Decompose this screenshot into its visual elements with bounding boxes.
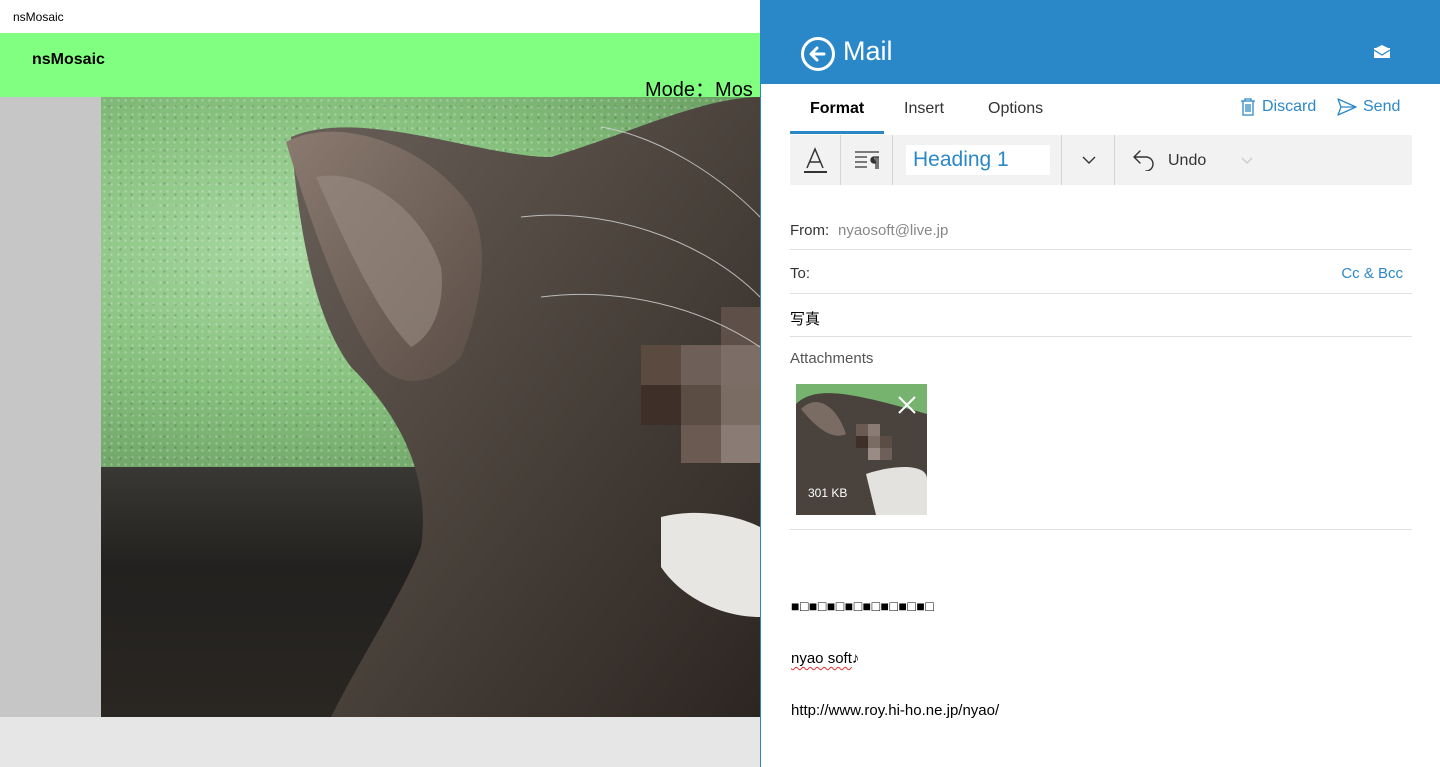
attachment-thumbnail[interactable]: 301 KB xyxy=(796,384,927,515)
app-header: nsMosaic Mode：Mos xyxy=(0,33,760,101)
to-label: To: xyxy=(790,265,811,282)
body-signature[interactable]: nyao soft♪ xyxy=(791,650,859,667)
signature-name: nyao soft xyxy=(791,650,852,667)
chevron-down-icon xyxy=(1082,156,1096,164)
style-dropdown-button[interactable] xyxy=(1061,135,1115,185)
cat-photo-canvas[interactable] xyxy=(101,97,760,717)
undo-icon[interactable] xyxy=(1130,149,1158,171)
trash-icon xyxy=(1241,98,1255,116)
subject-value: 写真 xyxy=(790,311,821,328)
send-label: Send xyxy=(1363,98,1401,115)
back-arrow-icon[interactable] xyxy=(801,37,835,71)
attachments-label: Attachments xyxy=(790,350,874,367)
music-note: ♪ xyxy=(851,650,860,667)
app-bottom-bar xyxy=(0,717,760,767)
side-gutter xyxy=(0,97,101,717)
tab-options[interactable]: Options xyxy=(988,100,1043,118)
format-toolbar: Heading 1 Undo xyxy=(790,135,1412,185)
undo-button[interactable]: Undo xyxy=(1168,152,1206,170)
send-icon xyxy=(1337,98,1357,116)
active-tab-indicator xyxy=(790,131,884,134)
envelope-icon[interactable] xyxy=(1373,45,1391,59)
window-title: nsMosaic xyxy=(0,0,760,33)
remove-attachment-icon[interactable] xyxy=(896,394,918,416)
font-color-button[interactable] xyxy=(790,135,841,185)
body-separator xyxy=(790,529,1412,530)
from-value: nyaosoft@live.jp xyxy=(838,222,949,239)
font-color-icon xyxy=(804,147,827,173)
attachment-size: 301 KB xyxy=(808,486,848,500)
discard-label: Discard xyxy=(1262,98,1317,115)
tab-format[interactable]: Format xyxy=(810,100,864,118)
undo-dropdown-icon[interactable] xyxy=(1240,156,1254,166)
style-selector[interactable]: Heading 1 xyxy=(906,145,1050,175)
cc-bcc-link[interactable]: Cc & Bcc xyxy=(1341,265,1403,282)
tab-insert[interactable]: Insert xyxy=(904,100,944,118)
mail-header: Mail xyxy=(761,0,1440,84)
body-url[interactable]: http://www.roy.hi-ho.ne.jp/nyao/ xyxy=(791,702,999,719)
paragraph-icon xyxy=(855,151,879,169)
ribbon-tabs: Format Insert Options Discard Send xyxy=(761,84,1440,134)
body-squares[interactable]: ■□■□■□■□■□■□■□■□ xyxy=(791,598,934,614)
subject-field[interactable]: 写真 xyxy=(790,294,1412,337)
paragraph-button[interactable] xyxy=(841,135,893,185)
mail-compose-pane: Mail Format Insert Options Discard Send xyxy=(760,0,1440,767)
from-label: From: xyxy=(790,222,830,239)
app-title: nsMosaic xyxy=(32,51,105,68)
cat-illustration xyxy=(286,97,760,717)
discard-button[interactable]: Discard xyxy=(1240,98,1316,116)
nsmosaic-app: nsMosaic nsMosaic Mode：Mos xyxy=(0,0,760,767)
mail-title: Mail xyxy=(843,36,893,66)
send-button[interactable]: Send xyxy=(1337,98,1400,116)
from-row[interactable]: From: nyaosoft@live.jp xyxy=(790,208,1412,250)
to-row[interactable]: To: Cc & Bcc xyxy=(790,250,1412,294)
